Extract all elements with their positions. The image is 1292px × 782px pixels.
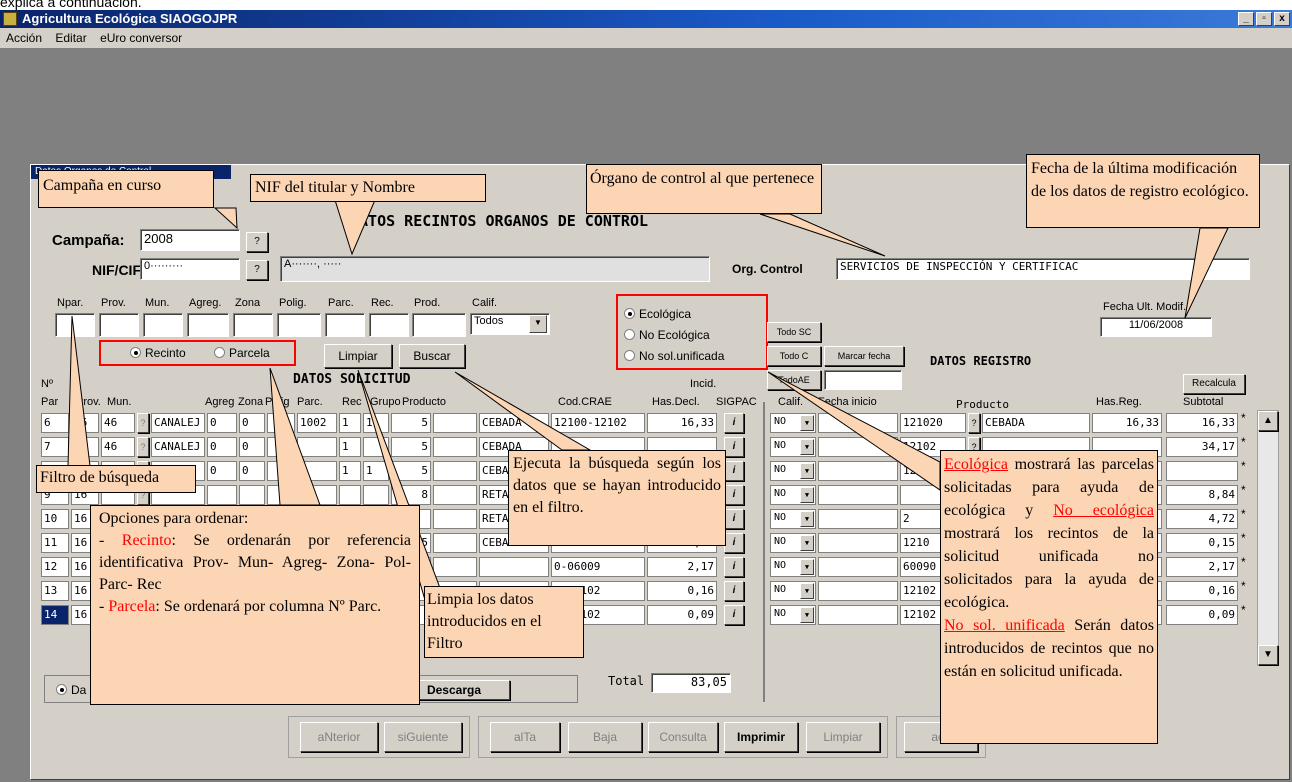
pointer-nif (334, 199, 376, 256)
callout-filtro: Filtro de búsqueda (36, 465, 196, 493)
callout-nif: NIF del titular y Nombre (250, 174, 486, 202)
pointer-filtro (67, 315, 91, 467)
callout-fecha: Fecha de la última modificación de los d… (1026, 154, 1260, 228)
opciones-title: Opciones para ordenar: (99, 510, 249, 527)
callout-opciones: Opciones para ordenar: - Recinto: Se ord… (90, 505, 420, 705)
opciones-parcela: - Parcela: Se ordenará por columna Nº Pa… (99, 598, 382, 615)
pointer-eco (767, 371, 941, 491)
pointer-fecha (1184, 227, 1229, 319)
callout-organo: Órgano de control al que pertenece (586, 164, 822, 214)
callout-ejecuta: Ejecuta la búsqueda según los datos que … (508, 450, 726, 546)
callout-tipos: Ecológica mostrará las parcelas solicita… (940, 450, 1158, 744)
pointer-campana (213, 207, 238, 230)
pointer-ejecuta (454, 371, 592, 451)
opciones-recinto: - Recinto: Se ordenarán por referencia i… (99, 532, 412, 593)
callout-campana: Campaña en curso (38, 170, 214, 208)
pointer-opciones (269, 367, 321, 506)
pointer-organo (759, 213, 886, 257)
callout-limpia: Limpia los datos introducidos en el Filt… (424, 586, 584, 658)
